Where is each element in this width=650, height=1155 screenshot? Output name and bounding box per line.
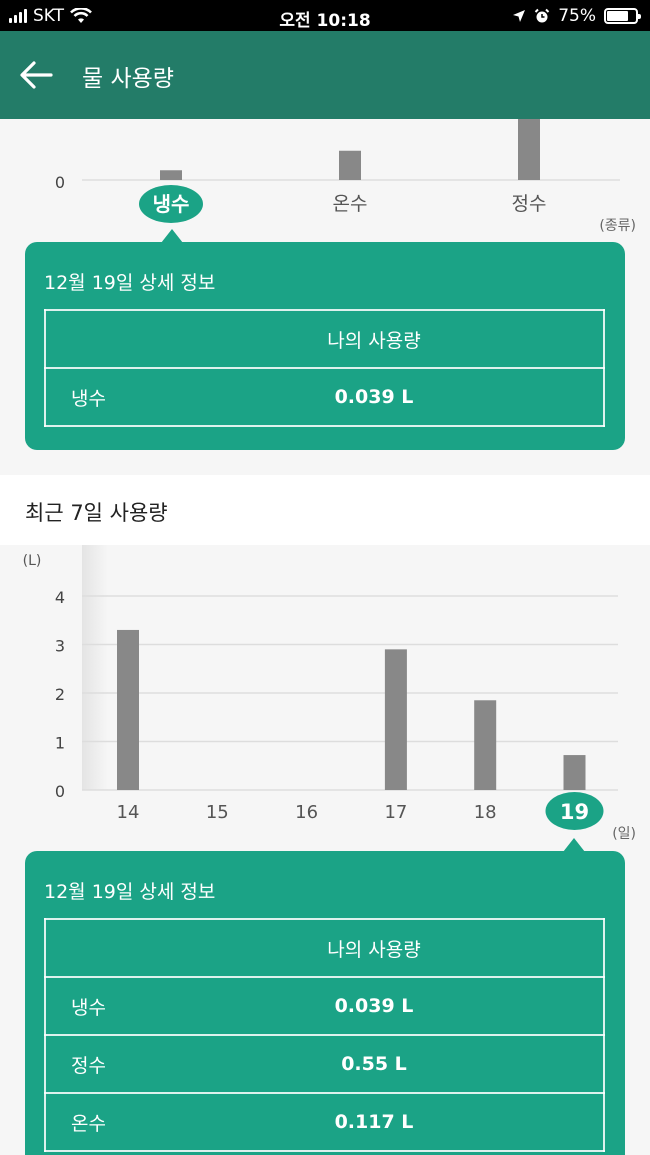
- y-tick-label: 0: [55, 782, 65, 801]
- status-bar: SKT 오전 10:18 75%: [0, 0, 650, 31]
- x-tick-label: 온수: [333, 193, 368, 215]
- column-header: 나의 사용량: [255, 918, 605, 978]
- x-tick-label: 18: [474, 802, 497, 823]
- y-tick-label: 0: [55, 173, 65, 192]
- type-usage-chart: 0 냉수 온수 정수 (종류): [55, 119, 636, 234]
- x-tick-label: 19: [560, 800, 589, 824]
- page-title: 물 사용량: [82, 66, 174, 92]
- bar: [117, 629, 139, 790]
- app-bar: 물 사용량: [0, 31, 650, 119]
- recent-usage-header: 최근 7일 사용량: [0, 475, 650, 545]
- back-arrow-icon[interactable]: [16, 55, 56, 95]
- row-label: 정수: [44, 1034, 255, 1094]
- row-value: 0.55 L: [255, 1034, 605, 1094]
- card-title: 12월 19일 상세 정보: [44, 272, 216, 294]
- card-title: 12월 19일 상세 정보: [44, 881, 216, 903]
- daily-usage-chart: 0 1 2 3 4 (L) 14 15 16 17 18 19 (일): [23, 545, 636, 842]
- row-label: 냉수: [44, 976, 255, 1036]
- y-tick-label: 2: [55, 685, 65, 704]
- detail-table: 나의 사용량 냉수 0.039 L: [44, 309, 605, 427]
- location-arrow-icon: [513, 10, 526, 22]
- y-tick-label: 1: [55, 734, 65, 753]
- x-axis-unit-label: (일): [612, 826, 636, 842]
- battery-percent: 75%: [558, 6, 596, 26]
- row-value: 0.039 L: [255, 367, 605, 427]
- column-header: 나의 사용량: [255, 309, 605, 369]
- table-row: 냉수 0.039 L: [44, 367, 605, 427]
- type-usage-section: 0 냉수 온수 정수 (종류) 12월 19일 상세 정보 나의 사용량 냉수 0.03…: [0, 119, 650, 475]
- recent-usage-section: 0 1 2 3 4 (L) 14 15 16 17 18 19 (일) 12월 19일 상세 정보 나의…: [0, 545, 650, 1155]
- x-tick-label: 냉수: [153, 192, 190, 216]
- y-axis-unit-label: (L): [23, 553, 42, 569]
- x-tick-label: 15: [206, 802, 229, 823]
- x-tick-label: 정수: [512, 193, 547, 215]
- x-tick-label: 17: [384, 802, 407, 823]
- row-value: 0.117 L: [255, 1092, 605, 1152]
- card-pointer: [563, 838, 585, 852]
- row-label: 온수: [44, 1092, 255, 1152]
- bar: [384, 649, 407, 790]
- section-title: 최근 7일 사용량: [25, 501, 168, 525]
- table-header-row: 나의 사용량: [44, 309, 605, 369]
- y-tick-label: 3: [55, 637, 65, 656]
- card-pointer: [161, 229, 183, 243]
- detail-card-daily: 12월 19일 상세 정보 나의 사용량 냉수 0.039 L 정수 0.55 …: [25, 838, 625, 1155]
- bar: [518, 119, 540, 180]
- battery-icon: [604, 8, 641, 24]
- bar: [563, 755, 586, 790]
- row-label: 냉수: [44, 367, 255, 427]
- bar: [339, 150, 361, 180]
- y-tick-label: 4: [55, 588, 65, 607]
- axis-unit-label: (종류): [599, 218, 636, 234]
- detail-table: 나의 사용량 냉수 0.039 L 정수 0.55 L 온수 0.117 L: [44, 918, 605, 1152]
- detail-card-type: 12월 19일 상세 정보 나의 사용량 냉수 0.039 L: [25, 229, 625, 450]
- table-row: 정수 0.55 L: [44, 1034, 605, 1094]
- x-tick-label: 16: [295, 802, 318, 823]
- row-value: 0.039 L: [255, 976, 605, 1036]
- alarm-icon: [534, 8, 550, 23]
- bar: [160, 170, 182, 180]
- status-right: 75%: [512, 6, 641, 26]
- table-header-row: 나의 사용량: [44, 918, 605, 978]
- table-row: 온수 0.117 L: [44, 1092, 605, 1152]
- table-row: 냉수 0.039 L: [44, 976, 605, 1036]
- bar: [474, 700, 497, 790]
- x-tick-label: 14: [117, 802, 140, 823]
- axis-shadow: [82, 545, 108, 790]
